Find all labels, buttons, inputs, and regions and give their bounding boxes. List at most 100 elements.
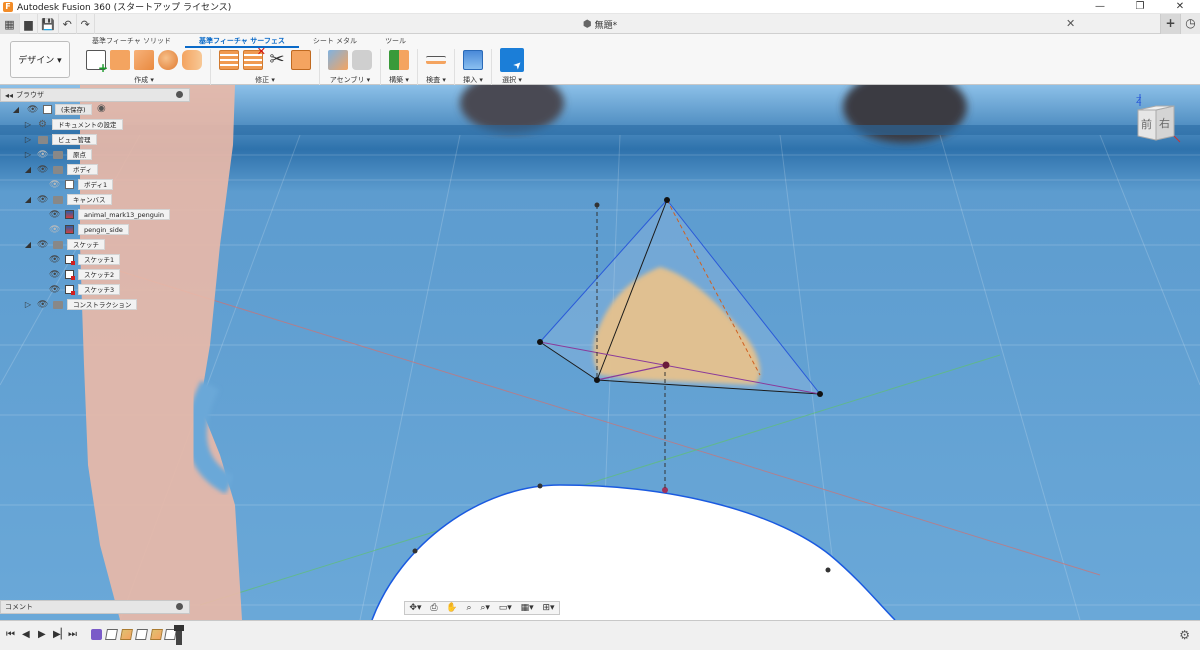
collapse-icon[interactable]: ◂◂ [5,91,13,100]
close-window-button[interactable]: ✕ [1160,0,1200,14]
offset-face-icon[interactable] [291,50,311,70]
tree-row-named-views[interactable]: ▷ ビュー管理 [0,132,190,147]
comments-add-icon[interactable] [176,603,183,610]
tree-row-sketches[interactable]: ◢ 👁 スケッチ [0,237,190,252]
redo-icon[interactable]: ↷ [77,14,95,34]
spline-point[interactable] [825,567,831,573]
undo-icon[interactable]: ↶ [59,14,77,34]
tree-row-doc-settings[interactable]: ▷ ⚙ ドキュメントの設定 [0,117,190,132]
file-menu-icon[interactable]: ▆ [20,14,38,34]
select-menu[interactable]: 選択 ▾ [502,75,522,85]
split-scissors-icon[interactable]: ✂ [267,50,287,70]
go-to-start-icon[interactable]: ⏮ [6,629,15,640]
timeline-canvas-feature[interactable] [120,629,133,640]
visibility-eye-icon[interactable]: 👁 [37,195,48,205]
spline-point[interactable] [412,548,418,554]
tree-row-canvas-side[interactable]: 👁 pengin_side [0,222,190,237]
browser-options-icon[interactable] [176,91,183,98]
visibility-eye-icon[interactable]: 👁 [49,210,60,220]
grid-settings-icon[interactable]: ▦▾ [521,603,534,613]
vertex-point[interactable] [817,391,823,397]
new-component-icon[interactable] [328,50,348,70]
select-arrow-icon[interactable] [500,48,524,72]
tab-solid[interactable]: 基準フィーチャ ソリッド [78,36,185,48]
measure-icon[interactable] [426,56,446,64]
tab-tools[interactable]: ツール [371,36,420,48]
visibility-eye-icon[interactable]: 👁 [49,225,60,235]
timeline-settings-gear-icon[interactable]: ⚙ [1179,628,1190,642]
step-forward-icon[interactable]: ▶▏ [53,629,68,640]
insert-image-icon[interactable] [463,50,483,70]
workspace-switcher[interactable]: デザイン ▾ [10,41,70,78]
tab-surface[interactable]: 基準フィーチャ サーフェス [185,36,299,48]
restore-button[interactable]: ❐ [1120,0,1160,14]
visibility-eye-icon[interactable]: 👁 [27,105,38,115]
visibility-eye-icon[interactable]: 👁 [37,300,48,310]
trim-icon[interactable] [219,50,239,70]
delete-face-icon[interactable] [243,45,266,70]
insert-menu[interactable]: 挿入 ▾ [463,75,483,85]
vertex-point[interactable] [537,339,543,345]
expand-triangle-icon[interactable]: ▷ [24,150,32,159]
vertex-point[interactable] [664,197,670,203]
sweep-icon[interactable] [182,50,202,70]
collapse-triangle-icon[interactable]: ◢ [24,240,32,249]
tab-sheet-metal[interactable]: シート メタル [299,36,371,48]
expand-triangle-icon[interactable]: ▷ [24,300,32,309]
joint-icon[interactable] [352,50,372,70]
tree-row-construction[interactable]: ▷ 👁 コンストラクション [0,297,190,312]
tree-row-body1[interactable]: 👁 ボディ1 [0,177,190,192]
display-settings-icon[interactable]: ▭▾ [499,603,512,613]
vertex-point[interactable] [594,377,600,383]
visibility-eye-icon[interactable]: 👁 [49,285,60,295]
timeline-sketch-feature[interactable] [105,629,118,640]
vertex-point[interactable] [662,361,670,369]
modify-menu[interactable]: 修正 ▾ [255,75,275,85]
visibility-eye-icon[interactable]: 👁 [49,270,60,280]
timeline-marker[interactable] [174,625,184,645]
minimize-button[interactable]: — [1080,0,1120,14]
collapse-triangle-icon[interactable]: ◢ [12,105,20,114]
close-tab-icon[interactable]: ✕ [1066,17,1075,30]
zoom-window-icon[interactable]: ⌕ [466,603,471,613]
visibility-eye-icon[interactable]: 👁 [37,165,48,175]
collapse-triangle-icon[interactable]: ◢ [24,195,32,204]
construct-menu[interactable]: 構築 ▾ [389,75,409,85]
timeline-sketch-feature[interactable] [135,629,148,640]
visibility-eye-icon[interactable]: 👁 [37,150,48,160]
viewports-icon[interactable]: ⊞▾ [542,603,554,613]
look-at-icon[interactable]: ⎙ [430,603,437,613]
orbit-icon[interactable]: ✥▾ [409,603,421,613]
viewcube-right-label[interactable]: 右 [1159,116,1170,130]
tree-row-sketch1[interactable]: 👁 スケッチ1 [0,252,190,267]
tree-row-bodies[interactable]: ◢ 👁 ボディ [0,162,190,177]
timeline-canvas-feature[interactable] [150,629,163,640]
tree-row-origin[interactable]: ▷ 👁 原点 [0,147,190,162]
tree-row-canvas-penguin[interactable]: 👁 animal_mark13_penguin [0,207,190,222]
visibility-eye-icon[interactable]: 👁 [49,255,60,265]
data-panel-grid-icon[interactable]: ▦ [0,14,20,34]
spline-point[interactable] [537,483,543,489]
pan-hand-icon[interactable]: ✋ [446,603,457,613]
collapse-triangle-icon[interactable]: ◢ [24,165,32,174]
save-icon[interactable]: 💾 [38,14,59,34]
browser-header[interactable]: ◂◂ ブラウザ [0,88,190,102]
expand-triangle-icon[interactable]: ▷ [24,135,32,144]
document-tab[interactable]: ⬢ 無題* [120,14,1080,34]
timeline-body-feature[interactable] [91,629,102,640]
create-sketch-icon[interactable] [86,50,108,75]
job-status-icon[interactable]: ◷ [1180,14,1200,34]
go-to-end-icon[interactable]: ⏭ [68,629,77,640]
assemble-menu[interactable]: アセンブリ ▾ [330,75,370,85]
expand-triangle-icon[interactable]: ▷ [24,120,32,129]
visibility-eye-icon[interactable]: 👁 [37,240,48,250]
view-cube[interactable]: Z 前 右 [1130,92,1182,152]
tree-row-root[interactable]: ◢ 👁 (未保存) ◉ [0,102,190,117]
zoom-icon[interactable]: ⌕▾ [480,603,490,613]
extrude-icon[interactable] [110,50,130,70]
revolve-icon[interactable] [158,50,178,70]
play-icon[interactable]: ▶ [38,629,46,640]
inspect-menu[interactable]: 検査 ▾ [426,75,446,85]
new-tab-button[interactable]: + [1160,14,1180,34]
tree-row-sketch2[interactable]: 👁 スケッチ2 [0,267,190,282]
